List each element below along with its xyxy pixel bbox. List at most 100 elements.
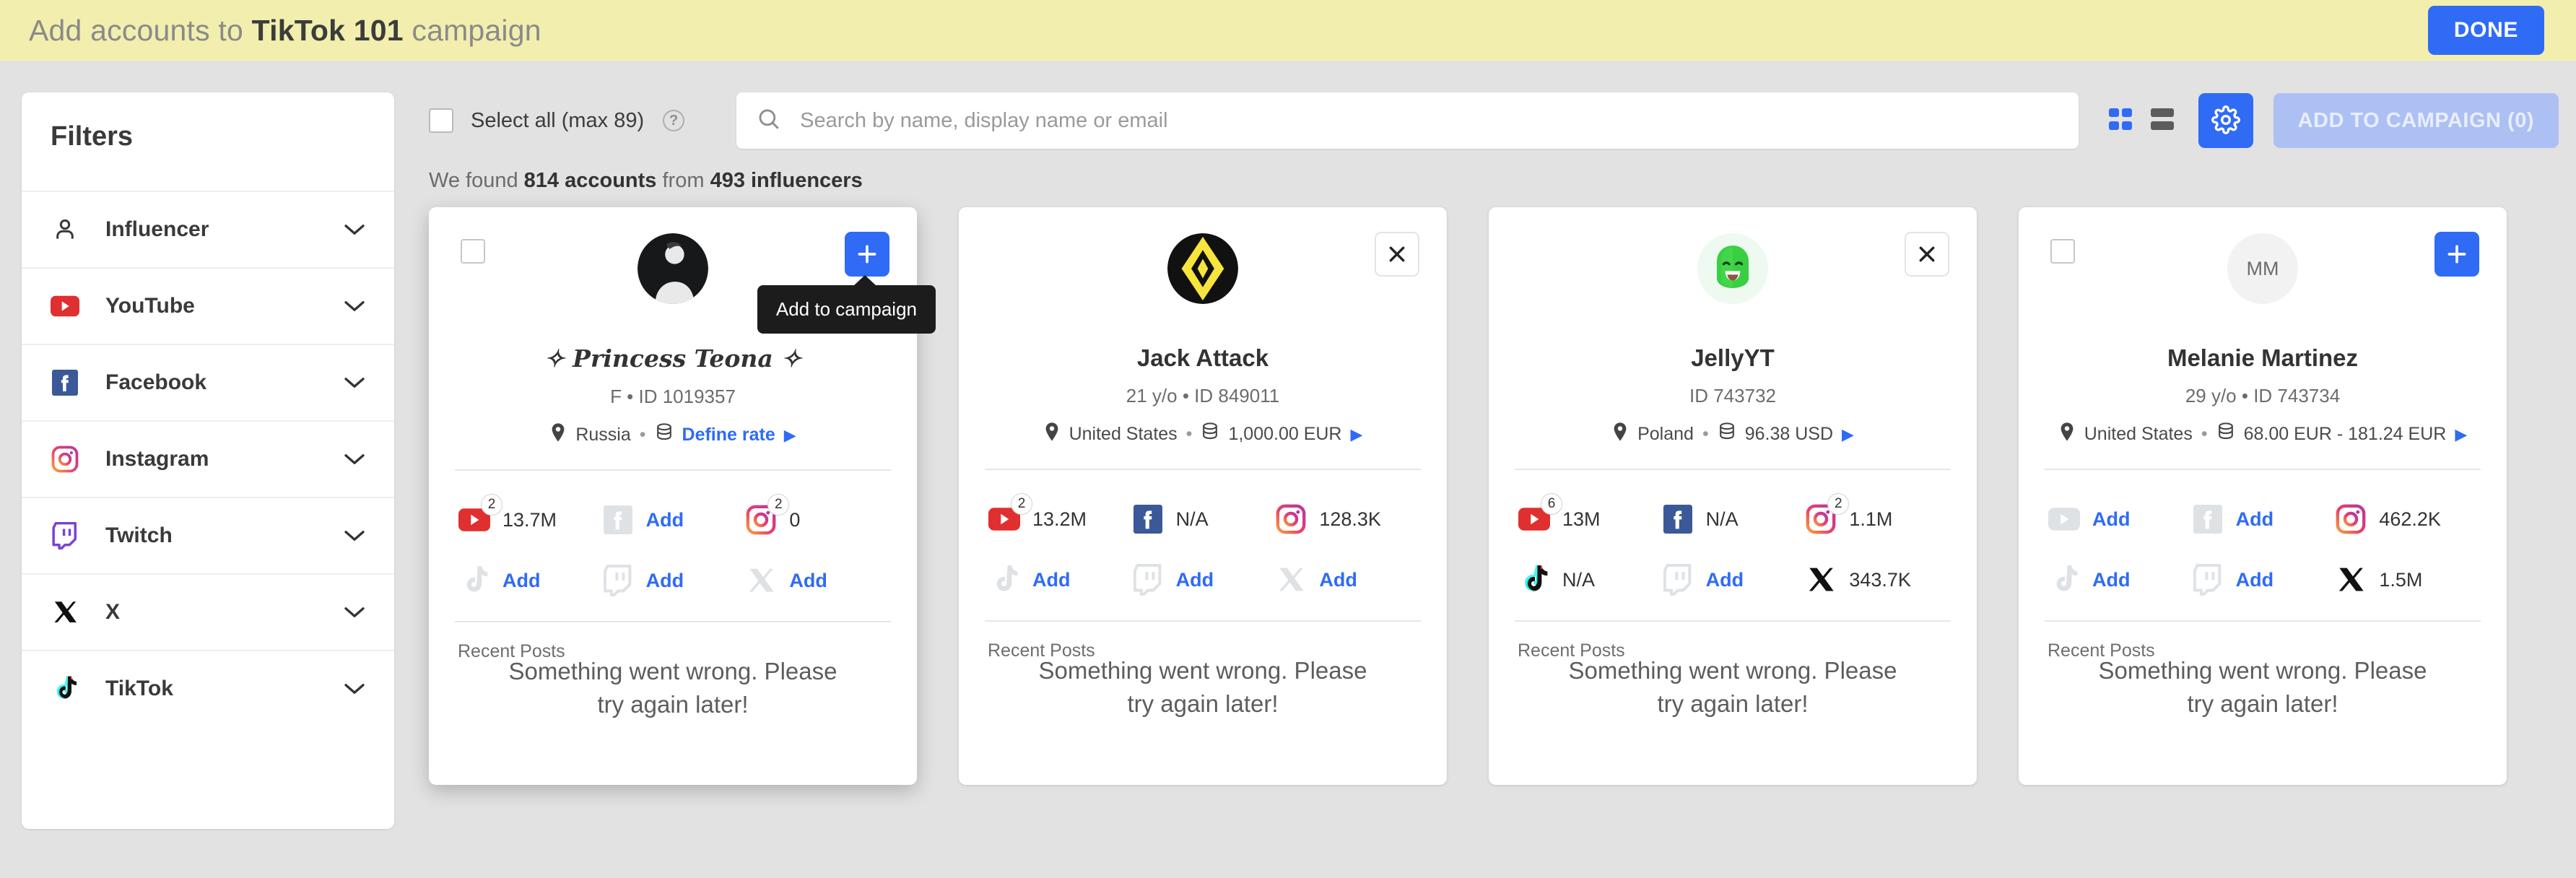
account-country: United States	[2084, 424, 2193, 444]
main-content: Select all (max 89) ? Search by name, di…	[394, 92, 2576, 785]
account-rate[interactable]: Define rate	[682, 425, 775, 445]
youtube-icon	[2048, 503, 2081, 536]
social-stats-row: N/A Add 343.7K	[1518, 549, 1948, 610]
social-stats-row: 2 13.7M Add 2 0	[458, 490, 888, 550]
social-stat-youtube[interactable]: 2 13.7M	[458, 494, 601, 536]
filter-row-influencer[interactable]: Influencer	[22, 191, 394, 267]
account-card-inner: JellyYT ID 743732 Poland • 96.38 USD ▶ 6 13M N/A…	[1489, 207, 1977, 785]
search-input[interactable]	[800, 108, 2058, 133]
social-stat-tiktok[interactable]: Add	[2048, 563, 2191, 596]
filter-row-twitch[interactable]: Twitch	[22, 497, 394, 573]
account-card[interactable]: JellyYT ID 743732 Poland • 96.38 USD ▶ 6 13M N/A…	[1489, 207, 1977, 785]
remove-from-campaign-icon-button[interactable]	[1375, 232, 1419, 277]
social-stat-youtube[interactable]: 6 13M	[1518, 493, 1661, 536]
select-all-checkbox[interactable]	[429, 108, 453, 133]
social-stat-twitch[interactable]: Add	[1131, 563, 1275, 596]
remove-from-campaign-icon-button[interactable]	[1905, 232, 1949, 277]
chevron-down-icon[interactable]	[344, 453, 365, 466]
filter-row-facebook[interactable]: Facebook	[22, 344, 394, 420]
filter-row-x[interactable]: X	[22, 573, 394, 650]
account-card[interactable]: Jack Attack 21 y/o • ID 849011 United Stat…	[959, 207, 1447, 785]
instagram-icon	[1274, 503, 1307, 536]
social-stat-youtube[interactable]: Add	[2048, 503, 2191, 536]
social-stat-x[interactable]: Add	[1274, 563, 1418, 596]
social-add-link[interactable]: Add	[646, 570, 684, 592]
expand-rate-icon[interactable]: ▶	[1350, 425, 1362, 444]
social-stat-instagram[interactable]: 128.3K	[1274, 503, 1418, 536]
add-to-campaign-icon-button[interactable]	[845, 232, 889, 277]
expand-rate-icon[interactable]: ▶	[784, 426, 796, 445]
social-stat-instagram[interactable]: 462.2K	[2334, 503, 2478, 536]
social-add-link[interactable]: Add	[2236, 569, 2273, 591]
list-view-icon[interactable]	[2146, 104, 2178, 137]
social-stat-x[interactable]: 343.7K	[1804, 563, 1948, 596]
social-stat-twitch[interactable]: Add	[601, 564, 745, 597]
done-button[interactable]: DONE	[2427, 6, 2544, 55]
social-stat-instagram[interactable]: 2 1.1M	[1804, 493, 1948, 536]
chevron-down-icon[interactable]	[344, 529, 365, 542]
social-stat-facebook[interactable]: Add	[601, 503, 745, 536]
social-stat-facebook[interactable]: N/A	[1131, 503, 1275, 536]
social-stat-facebook[interactable]: Add	[2191, 503, 2335, 536]
social-stat-instagram[interactable]: 20	[744, 494, 888, 536]
social-add-link[interactable]: Add	[2092, 569, 2130, 591]
recent-posts-error: Something went wrong. Please try again l…	[1038, 657, 1367, 717]
add-to-campaign-button[interactable]: ADD TO CAMPAIGN (0)	[2273, 93, 2559, 148]
social-stat-twitch[interactable]: Add	[1661, 563, 1805, 596]
filter-row-tiktok[interactable]: TikTok	[22, 650, 394, 726]
instagram-icon: 2	[744, 494, 790, 536]
chevron-down-icon[interactable]	[344, 606, 365, 619]
account-location-rate: Russia • Define rate ▶	[429, 422, 917, 448]
youtube-icon: 2	[458, 494, 502, 536]
social-add-link[interactable]: Add	[1319, 569, 1357, 591]
chevron-down-icon[interactable]	[344, 376, 365, 389]
account-card-header	[959, 207, 1447, 344]
social-value: 462.2K	[2379, 508, 2441, 530]
social-add-link[interactable]: Add	[2236, 508, 2273, 531]
social-stat-twitch[interactable]: Add	[2191, 563, 2335, 596]
account-name[interactable]: ✧ Princess Teona ✧	[429, 344, 917, 373]
social-stat-facebook[interactable]: N/A	[1661, 503, 1805, 536]
filter-label: YouTube	[105, 294, 195, 318]
social-add-link[interactable]: Add	[502, 570, 540, 592]
search-box[interactable]	[736, 92, 2079, 149]
instagram-icon	[2334, 503, 2367, 536]
expand-rate-icon[interactable]: ▶	[1842, 425, 1854, 444]
social-value: 0	[789, 508, 801, 531]
expand-rate-icon[interactable]: ▶	[2455, 425, 2467, 444]
social-add-link[interactable]: Add	[646, 509, 684, 531]
social-stat-tiktok[interactable]: Add	[458, 564, 601, 597]
chevron-down-icon[interactable]	[344, 223, 365, 236]
social-add-link[interactable]: Add	[2092, 508, 2130, 531]
chevron-down-icon[interactable]	[344, 682, 365, 695]
avatar	[1697, 233, 1768, 304]
settings-button[interactable]	[2198, 93, 2253, 148]
social-stat-x[interactable]: Add	[744, 564, 888, 597]
card-select-checkbox[interactable]	[2050, 239, 2075, 264]
youtube-icon: 2	[988, 493, 1032, 536]
account-location-rate: United States • 1,000.00 EUR ▶	[959, 422, 1447, 447]
person-icon	[51, 215, 79, 244]
card-select-checkbox[interactable]	[461, 239, 485, 264]
tiktok-icon	[1518, 563, 1551, 596]
social-stat-x[interactable]: 1.5M	[2334, 563, 2478, 596]
social-add-link[interactable]: Add	[789, 570, 827, 592]
social-stat-youtube[interactable]: 2 13.2M	[988, 493, 1131, 536]
account-name[interactable]: Jack Attack	[959, 344, 1447, 372]
filter-row-youtube[interactable]: YouTube	[22, 267, 394, 344]
chevron-down-icon[interactable]	[344, 300, 365, 313]
social-add-link[interactable]: Add	[1706, 569, 1744, 591]
social-stat-tiktok[interactable]: Add	[988, 563, 1131, 596]
account-card[interactable]: MM Melanie Martinez 29 y/o • ID 743734 Unit…	[2019, 207, 2507, 785]
filter-row-instagram[interactable]: Instagram	[22, 420, 394, 497]
social-add-link[interactable]: Add	[1176, 569, 1214, 591]
account-card[interactable]: ✧ Princess Teona ✧ F • ID 1019357 Russia • D…	[429, 207, 936, 785]
social-add-link[interactable]: Add	[1032, 569, 1070, 591]
account-name[interactable]: JellyYT	[1489, 344, 1977, 372]
account-name[interactable]: Melanie Martinez	[2019, 344, 2507, 372]
grid-view-icon[interactable]	[2105, 104, 2139, 137]
add-to-campaign-icon-button[interactable]	[2434, 232, 2479, 277]
x-icon	[1274, 563, 1307, 596]
help-icon[interactable]: ?	[663, 110, 685, 131]
social-stat-tiktok[interactable]: N/A	[1518, 563, 1661, 596]
